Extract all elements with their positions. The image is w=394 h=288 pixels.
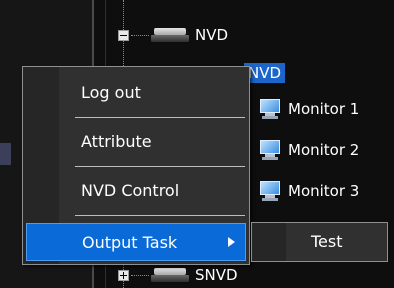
tree-node-label: Monitor 3 (288, 182, 360, 200)
tree-node-nvd-selected[interactable]: NVD (244, 62, 286, 84)
menu-item-label: Attribute (81, 131, 152, 151)
tree-node-label: NVD (195, 26, 229, 44)
context-menu: Log out Attribute NVD Control Output Tas… (22, 66, 250, 265)
menu-item-attribute[interactable]: Attribute (31, 122, 243, 160)
tree-node-snvd[interactable]: SNVD (118, 264, 238, 286)
tree-node-label: SNVD (195, 266, 238, 284)
monitor-icon (258, 140, 282, 160)
tree-node-label: Monitor 2 (288, 141, 360, 159)
device-icon (151, 268, 189, 282)
menu-separator (75, 117, 245, 118)
device-icon (151, 28, 189, 42)
tree-node-monitor-1[interactable]: Monitor 1 (258, 98, 359, 120)
menu-item-label: NVD Control (81, 180, 180, 200)
tree-node-monitor-3[interactable]: Monitor 3 (258, 180, 359, 202)
tree-connector (131, 34, 149, 36)
menu-item-output-task[interactable]: Output Task (26, 223, 246, 261)
tree-node-monitor-2[interactable]: Monitor 2 (258, 139, 359, 161)
submenu-item-test[interactable]: Test (252, 223, 387, 261)
menu-item-log-out[interactable]: Log out (31, 73, 243, 111)
expand-icon[interactable] (118, 269, 129, 281)
menu-item-nvd-control[interactable]: NVD Control (31, 171, 243, 209)
tree-connector (131, 274, 149, 276)
output-task-submenu: Test (251, 222, 388, 262)
monitor-icon (258, 181, 282, 201)
tree-node-label: Monitor 1 (288, 100, 360, 118)
menu-item-label: Log out (81, 82, 141, 102)
submenu-item-label: Test (311, 232, 343, 251)
menu-separator (75, 166, 245, 167)
menu-item-label: Output Task (82, 232, 178, 252)
menu-separator (75, 215, 245, 216)
tree-node-label: NVD (244, 63, 286, 83)
tree-node-nvd[interactable]: NVD (118, 24, 228, 46)
collapse-icon[interactable] (118, 29, 129, 41)
monitor-icon (258, 99, 282, 119)
submenu-arrow-icon (228, 237, 235, 247)
